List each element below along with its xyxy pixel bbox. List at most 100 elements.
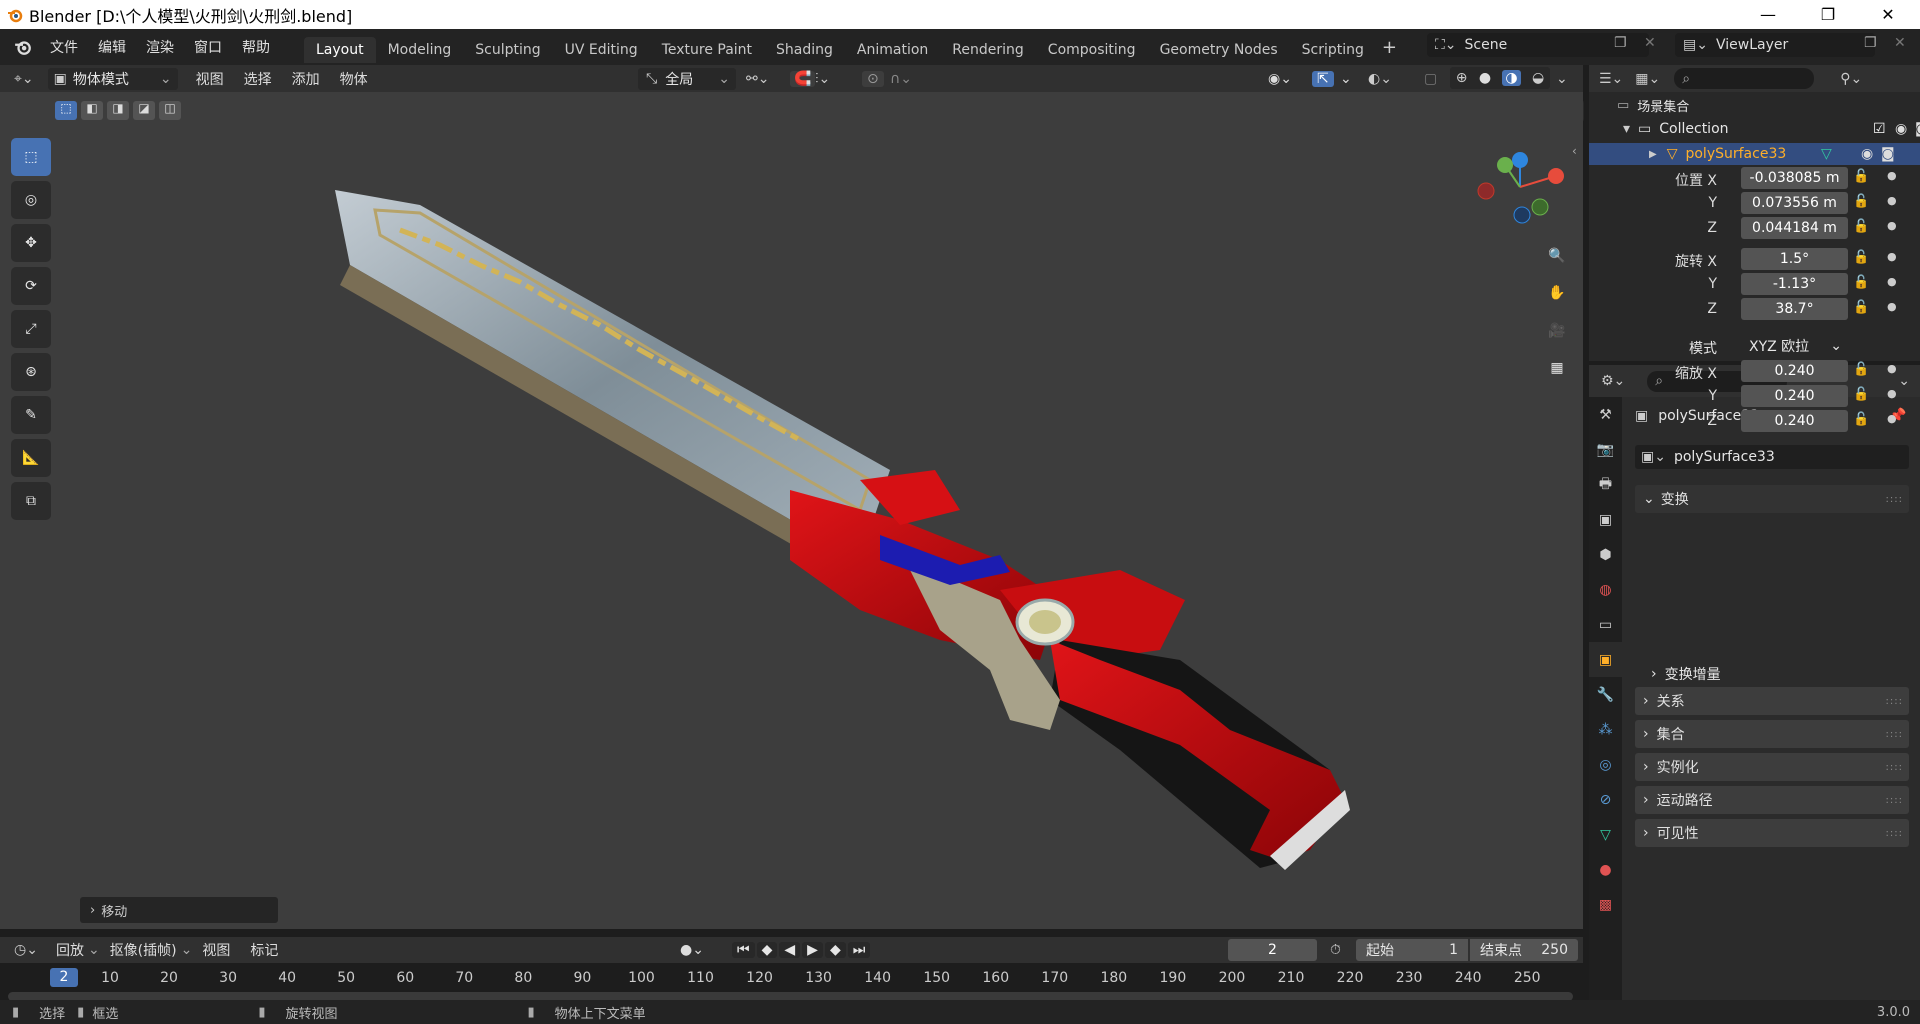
- tab-physics[interactable]: ◎: [1589, 747, 1622, 782]
- maximize-button[interactable]: ❐: [1805, 0, 1851, 29]
- lock-icon[interactable]: 🔓: [1853, 250, 1869, 265]
- record-icon[interactable]: ●⌄: [680, 942, 704, 958]
- checkbox-icon[interactable]: ☑: [1873, 121, 1886, 137]
- drag-handle-icon[interactable]: ::::: [1886, 696, 1903, 707]
- timeline-menu-view[interactable]: 视图: [192, 940, 240, 960]
- keyframe-dot-icon[interactable]: ●: [1887, 169, 1897, 182]
- scale-x-field[interactable]: 0.240: [1741, 360, 1848, 382]
- play-icon[interactable]: ▶: [802, 942, 823, 958]
- jump-end-icon[interactable]: ⏭: [847, 942, 871, 958]
- menu-edit[interactable]: 编辑: [88, 37, 136, 57]
- end-frame-field[interactable]: 结束点 250: [1470, 939, 1578, 961]
- visibility-icon[interactable]: ◉⌄: [1268, 71, 1292, 87]
- tab-view-layer[interactable]: ▣: [1589, 502, 1622, 537]
- tab-animation[interactable]: Animation: [845, 37, 940, 63]
- pan-button[interactable]: ✋: [1542, 278, 1572, 308]
- keyframe-dot-icon[interactable]: ●: [1887, 250, 1897, 263]
- viewport-menu-view[interactable]: 视图: [186, 69, 234, 89]
- sidebar-toggle-icon[interactable]: ‹: [1572, 144, 1577, 158]
- collection-row[interactable]: ▾ ▭ Collection ☑ ◉ ◙: [1623, 121, 1920, 137]
- object-row[interactable]: ▶ ▽ polySurface33 ▽ ◉ ◙: [1589, 143, 1920, 165]
- camera-icon[interactable]: ◙: [1915, 121, 1920, 137]
- rotation-y-field[interactable]: -1.13°: [1741, 273, 1848, 295]
- viewport-menu-add[interactable]: 添加: [282, 69, 330, 89]
- wireframe-shading-icon[interactable]: ⊕: [1456, 70, 1468, 86]
- zoom-button[interactable]: 🔍: [1542, 241, 1572, 271]
- keyframe-dot-icon[interactable]: ●: [1887, 275, 1897, 288]
- motion-paths-panel[interactable]: › 运动路径::::: [1635, 786, 1909, 814]
- tab-world[interactable]: ◍: [1589, 572, 1622, 607]
- scale-y-field[interactable]: 0.240: [1741, 385, 1848, 407]
- menu-window[interactable]: 窗口: [184, 37, 232, 57]
- lock-icon[interactable]: 🔓: [1853, 412, 1869, 427]
- tab-layout[interactable]: Layout: [304, 37, 376, 63]
- outliner-search[interactable]: ⌕: [1674, 68, 1815, 89]
- scale-z-field[interactable]: 0.240: [1741, 410, 1848, 432]
- xray-icon[interactable]: ▢: [1424, 71, 1437, 87]
- tab-material[interactable]: ●: [1589, 852, 1622, 887]
- rotate-tool[interactable]: ⟳: [11, 267, 51, 305]
- tab-scripting[interactable]: Scripting: [1290, 37, 1376, 63]
- tab-compositing[interactable]: Compositing: [1036, 37, 1148, 63]
- stopwatch-icon[interactable]: ⏱: [1330, 942, 1341, 958]
- rotation-x-field[interactable]: 1.5°: [1741, 248, 1848, 270]
- camera-view-button[interactable]: 🎥: [1542, 316, 1572, 346]
- tab-modifiers[interactable]: 🔧: [1589, 677, 1622, 712]
- menu-render[interactable]: 渲染: [136, 37, 184, 57]
- tab-constraints[interactable]: ⊘: [1589, 782, 1622, 817]
- scene-collection-row[interactable]: ▭ 场景集合: [1617, 96, 1689, 115]
- annotate-tool[interactable]: ✎: [11, 396, 51, 434]
- orientation-dropdown[interactable]: ⤡ 全局 ⌄: [638, 67, 736, 90]
- keyframe-dot-icon[interactable]: ●: [1887, 194, 1897, 207]
- viewport-menu-object[interactable]: 物体: [330, 69, 378, 89]
- visibility-panel[interactable]: › 可见性::::: [1635, 819, 1909, 847]
- lock-icon[interactable]: 🔓: [1853, 194, 1869, 209]
- tab-texture-paint[interactable]: Texture Paint: [650, 37, 764, 63]
- proportional-edit-icon[interactable]: ⊙: [862, 70, 884, 87]
- next-keyframe-icon[interactable]: ◆: [824, 942, 846, 958]
- start-frame-field[interactable]: 起始 1: [1356, 939, 1468, 961]
- pivot-icon[interactable]: ⚯⌄: [746, 71, 769, 87]
- editor-type-icon[interactable]: ⌖⌄: [14, 71, 34, 87]
- drag-handle-icon[interactable]: ::::: [1886, 828, 1903, 839]
- playhead[interactable]: 2: [50, 968, 78, 987]
- menu-file[interactable]: 文件: [40, 37, 88, 57]
- outliner-editor-icon[interactable]: ☰⌄: [1599, 71, 1623, 87]
- snap-target-icon[interactable]: ⫶⌄: [815, 71, 830, 87]
- location-z-field[interactable]: 0.044184 m: [1741, 217, 1848, 239]
- drag-handle-icon[interactable]: ::::: [1886, 494, 1903, 505]
- tab-object[interactable]: ▣: [1589, 642, 1622, 677]
- timeline-menu-keying[interactable]: 抠像(插帧): [100, 940, 187, 960]
- prev-keyframe-icon[interactable]: ◆: [756, 942, 778, 958]
- keyframe-dot-icon[interactable]: ●: [1887, 362, 1897, 375]
- move-tool[interactable]: ✥: [11, 224, 51, 262]
- blender-menu-icon[interactable]: [14, 38, 32, 56]
- select-tool[interactable]: ⬚: [11, 138, 51, 176]
- lock-icon[interactable]: 🔓: [1853, 387, 1869, 402]
- tab-texture[interactable]: ▩: [1589, 887, 1622, 922]
- jump-start-icon[interactable]: ⏮: [732, 942, 755, 958]
- tab-particles[interactable]: ⁂: [1589, 712, 1622, 747]
- measure-tool[interactable]: 📐: [11, 439, 51, 477]
- lock-icon[interactable]: 🔓: [1853, 300, 1869, 315]
- lock-icon[interactable]: 🔓: [1853, 219, 1869, 234]
- snap-icon[interactable]: 🧲: [790, 70, 816, 87]
- tab-modeling[interactable]: Modeling: [376, 37, 464, 63]
- cursor-tool[interactable]: ◎: [11, 181, 51, 219]
- add-cube-tool[interactable]: ⧉: [11, 482, 51, 520]
- lock-icon[interactable]: 🔓: [1853, 275, 1869, 290]
- tab-rendering[interactable]: Rendering: [940, 37, 1036, 63]
- mode-dropdown[interactable]: ▣ 物体模式 ⌄: [47, 67, 178, 90]
- tab-collection[interactable]: ▭: [1589, 607, 1622, 642]
- drag-handle-icon[interactable]: ::::: [1886, 729, 1903, 740]
- eye-icon[interactable]: ◉: [1861, 146, 1873, 162]
- tab-render[interactable]: 📷: [1589, 432, 1622, 467]
- scale-tool[interactable]: ⤢: [11, 310, 51, 348]
- location-y-field[interactable]: 0.073556 m: [1741, 192, 1848, 214]
- remove-scene-icon[interactable]: ✕: [1644, 35, 1656, 51]
- transform-tool[interactable]: ⊛: [11, 353, 51, 391]
- collections-panel[interactable]: › 集合::::: [1635, 720, 1909, 748]
- keyframe-dot-icon[interactable]: ●: [1887, 387, 1897, 400]
- new-scene-icon[interactable]: ❐: [1614, 35, 1627, 51]
- eye-icon[interactable]: ◉: [1895, 121, 1907, 137]
